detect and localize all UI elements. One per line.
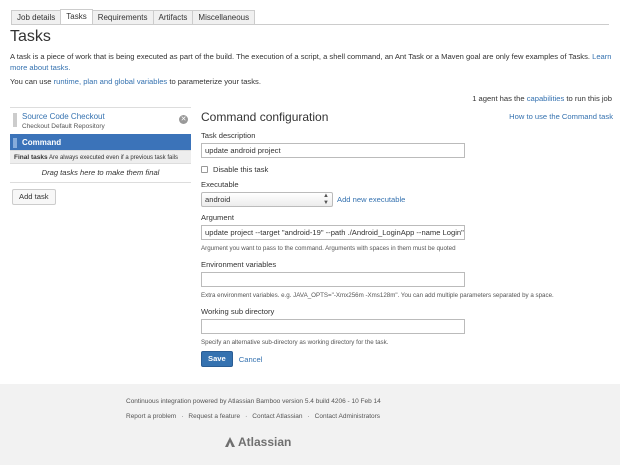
- task-name[interactable]: Source Code Checkout: [22, 112, 191, 121]
- atlassian-logo-icon: [225, 437, 235, 447]
- disable-task-label: Disable this task: [213, 165, 269, 174]
- task-list: Source Code Checkout Checkout Default Re…: [10, 107, 191, 183]
- argument-label: Argument: [201, 213, 234, 222]
- working-directory-help: Specify an alternative sub-directory as …: [201, 339, 389, 346]
- tab-divider: [11, 24, 609, 25]
- report-problem-link[interactable]: Report a problem: [126, 413, 176, 420]
- executable-label: Executable: [201, 180, 239, 189]
- task-item-source-code-checkout[interactable]: Source Code Checkout Checkout Default Re…: [10, 107, 191, 134]
- tab-tasks[interactable]: Tasks: [60, 9, 93, 24]
- separator: ·: [245, 413, 248, 420]
- vars-suffix: to parameterize your tasks.: [169, 77, 261, 86]
- form-actions: Save Cancel: [201, 351, 262, 367]
- footer-links: Report a problem · Request a feature · C…: [126, 413, 380, 420]
- agents-prefix: 1 agent has the: [472, 94, 525, 103]
- working-directory-label: Working sub directory: [201, 307, 275, 316]
- config-title: Command configuration: [201, 110, 329, 124]
- task-description-input[interactable]: update android project: [201, 143, 465, 158]
- tab-bar: Job details Tasks Requirements Artifacts…: [11, 9, 256, 24]
- executable-value: android: [205, 195, 231, 204]
- footer: Continuous integration powered by Atlass…: [0, 384, 620, 465]
- add-executable-link[interactable]: Add new executable: [337, 195, 405, 204]
- task-description-label: Task description: [201, 131, 256, 140]
- separator: ·: [307, 413, 310, 420]
- capabilities-link[interactable]: capabilities: [527, 94, 565, 103]
- final-tasks-note: Are always executed even if a previous t…: [48, 155, 179, 161]
- cancel-link[interactable]: Cancel: [239, 355, 263, 364]
- environment-variables-input[interactable]: [201, 272, 465, 287]
- contact-atlassian-link[interactable]: Contact Atlassian: [252, 413, 302, 420]
- drag-handle-icon[interactable]: [13, 113, 17, 127]
- agents-suffix: to run this job: [566, 94, 612, 103]
- save-button[interactable]: Save: [201, 351, 233, 367]
- environment-variables-label: Environment variables: [201, 260, 277, 269]
- task-name[interactable]: Command: [22, 138, 191, 147]
- tab-miscellaneous[interactable]: Miscellaneous: [192, 10, 256, 24]
- disable-task-checkbox[interactable]: [201, 166, 208, 173]
- remove-task-icon[interactable]: ✕: [179, 115, 188, 124]
- atlassian-logo-text: Atlassian: [238, 435, 292, 449]
- final-tasks-header: Final tasks Are always executed even if …: [10, 150, 191, 164]
- vars-prefix: You can use: [10, 77, 52, 86]
- contact-administrators-link[interactable]: Contact Administrators: [315, 413, 380, 420]
- tab-artifacts[interactable]: Artifacts: [152, 10, 194, 24]
- executable-select[interactable]: android ▲ ▼: [201, 192, 333, 207]
- task-item-command[interactable]: Command: [10, 134, 191, 150]
- separator: ·: [181, 413, 184, 420]
- argument-help: Argument you want to pass to the command…: [201, 245, 456, 252]
- final-tasks-label: Final tasks: [14, 154, 48, 161]
- working-directory-input[interactable]: [201, 319, 465, 334]
- variables-text: You can use runtime, plan and global var…: [10, 77, 261, 86]
- argument-input[interactable]: update project --target "android-19" --p…: [201, 225, 465, 240]
- final-tasks-drop-zone[interactable]: Drag tasks here to make them final: [10, 164, 191, 183]
- variables-link[interactable]: runtime, plan and global variables: [54, 77, 168, 86]
- atlassian-logo[interactable]: Atlassian: [224, 435, 291, 449]
- select-arrows-icon: ▲ ▼: [323, 193, 329, 206]
- add-task-button[interactable]: Add task: [12, 189, 56, 205]
- tab-requirements[interactable]: Requirements: [91, 10, 154, 24]
- drag-handle-icon[interactable]: [13, 138, 17, 148]
- powered-by-text: Continuous integration powered by Atlass…: [126, 398, 381, 405]
- environment-variables-help: Extra environment variables. e.g. JAVA_O…: [201, 292, 554, 299]
- task-description: Checkout Default Repository: [22, 123, 105, 130]
- intro-body: A task is a piece of work that is being …: [10, 52, 590, 61]
- request-feature-link[interactable]: Request a feature: [188, 413, 240, 420]
- disable-task-row[interactable]: Disable this task: [201, 165, 268, 174]
- tab-job-details[interactable]: Job details: [11, 10, 62, 24]
- intro-text: A task is a piece of work that is being …: [10, 51, 612, 73]
- agents-capabilities: 1 agent has the capabilities to run this…: [472, 94, 612, 103]
- page-title: Tasks: [10, 28, 51, 45]
- howto-link[interactable]: How to use the Command task: [509, 112, 613, 121]
